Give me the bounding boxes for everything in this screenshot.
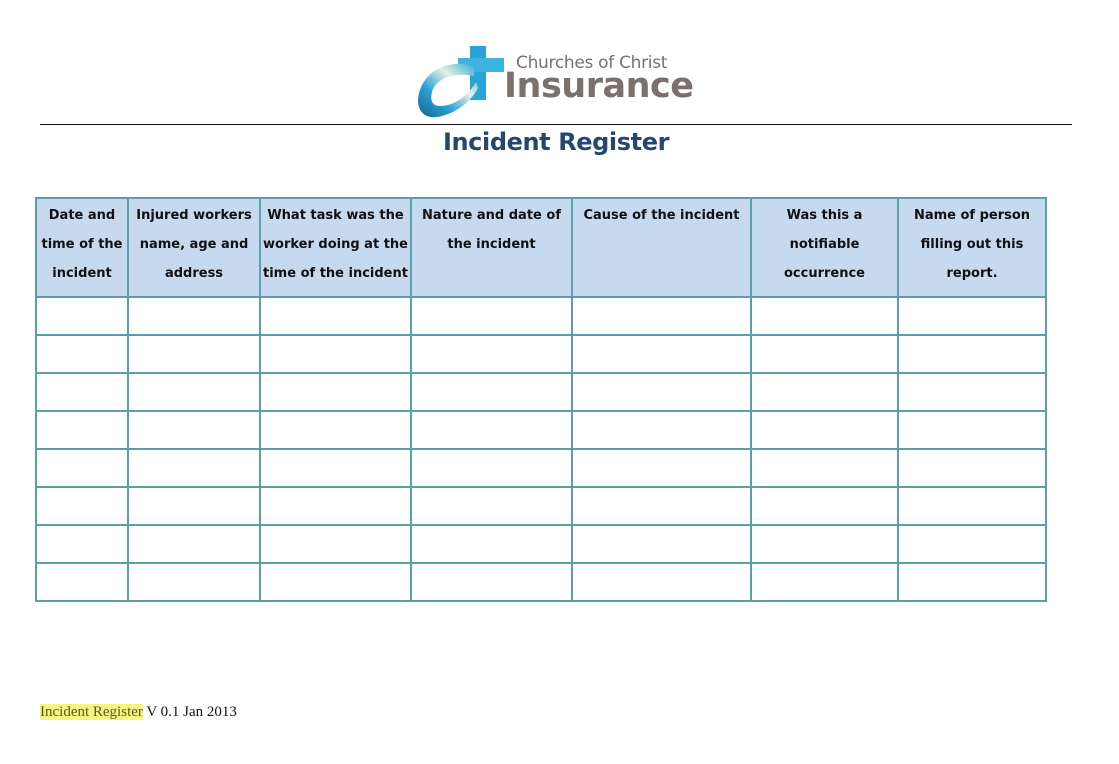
table-cell[interactable] [571, 562, 752, 602]
table-row [35, 448, 1047, 488]
table-cell[interactable] [127, 334, 261, 374]
table-cell[interactable] [750, 524, 899, 564]
table-cell[interactable] [897, 524, 1047, 564]
table-cell[interactable] [259, 524, 412, 564]
table-cell[interactable] [897, 448, 1047, 488]
table-cell[interactable] [259, 372, 412, 412]
table-cell[interactable] [127, 296, 261, 336]
table-cell[interactable] [897, 410, 1047, 450]
column-header-cause: Cause of the incident [571, 197, 752, 298]
column-header-date-time: Date and time of the incident [35, 197, 129, 298]
table-cell[interactable] [571, 448, 752, 488]
footer-doc-name: Incident Register [40, 704, 143, 720]
table-cell[interactable] [897, 296, 1047, 336]
table-cell[interactable] [897, 562, 1047, 602]
table-cell[interactable] [259, 562, 412, 602]
table-cell[interactable] [35, 372, 129, 412]
table-cell[interactable] [259, 334, 412, 374]
column-header-notifiable: Was this a notifiable occurrence [750, 197, 899, 298]
table-header-row: Date and time of the incident Injured wo… [35, 197, 1047, 298]
table-cell[interactable] [410, 524, 573, 564]
table-cell[interactable] [571, 410, 752, 450]
table-cell[interactable] [750, 486, 899, 526]
table-cell[interactable] [35, 410, 129, 450]
table-cell[interactable] [897, 486, 1047, 526]
table-cell[interactable] [127, 486, 261, 526]
table-cell[interactable] [410, 448, 573, 488]
table-row [35, 486, 1047, 526]
table-cell[interactable] [127, 372, 261, 412]
table-cell[interactable] [410, 486, 573, 526]
table-row [35, 524, 1047, 564]
table-cell[interactable] [750, 334, 899, 374]
table-cell[interactable] [35, 448, 129, 488]
company-logo: Churches of Christ Insurance [414, 44, 704, 122]
table-cell[interactable] [127, 562, 261, 602]
table-cell[interactable] [750, 562, 899, 602]
table-cell[interactable] [571, 296, 752, 336]
fish-cross-icon [418, 46, 504, 118]
table-cell[interactable] [127, 410, 261, 450]
table-cell[interactable] [750, 448, 899, 488]
table-cell[interactable] [571, 372, 752, 412]
table-cell[interactable] [571, 334, 752, 374]
table-cell[interactable] [750, 296, 899, 336]
table-cell[interactable] [259, 486, 412, 526]
document-title: Incident Register [442, 128, 670, 156]
table-cell[interactable] [259, 296, 412, 336]
table-cell[interactable] [127, 448, 261, 488]
table-cell[interactable] [259, 448, 412, 488]
table-cell[interactable] [35, 562, 129, 602]
column-header-injured-worker: Injured workers name, age and address [127, 197, 261, 298]
table-cell[interactable] [750, 372, 899, 412]
header-divider [40, 124, 1072, 125]
table-cell[interactable] [410, 410, 573, 450]
table-cell[interactable] [35, 334, 129, 374]
table-cell[interactable] [410, 562, 573, 602]
table-row [35, 410, 1047, 450]
table-cell[interactable] [127, 524, 261, 564]
table-cell[interactable] [571, 524, 752, 564]
incident-register-table: Date and time of the incident Injured wo… [35, 197, 1047, 602]
table-cell[interactable] [259, 410, 412, 450]
table-cell[interactable] [897, 372, 1047, 412]
logo-text-line2: Insurance [504, 66, 694, 106]
table-cell[interactable] [410, 372, 573, 412]
table-row [35, 296, 1047, 336]
column-header-nature-date: Nature and date of the incident [410, 197, 573, 298]
table-cell[interactable] [410, 296, 573, 336]
table-row [35, 372, 1047, 412]
table-cell[interactable] [750, 410, 899, 450]
table-cell[interactable] [35, 296, 129, 336]
table-row [35, 562, 1047, 602]
column-header-task: What task was the worker doing at the ti… [259, 197, 412, 298]
table-row [35, 334, 1047, 374]
table-cell[interactable] [897, 334, 1047, 374]
table-cell[interactable] [410, 334, 573, 374]
column-header-reporter: Name of person filling out this report. [897, 197, 1047, 298]
table-cell[interactable] [35, 524, 129, 564]
table-cell[interactable] [35, 486, 129, 526]
table-cell[interactable] [571, 486, 752, 526]
footer-version-text: V 0.1 Jan 2013 [142, 704, 237, 720]
footer-version: Incident Register V 0.1 Jan 2013 [40, 704, 237, 721]
